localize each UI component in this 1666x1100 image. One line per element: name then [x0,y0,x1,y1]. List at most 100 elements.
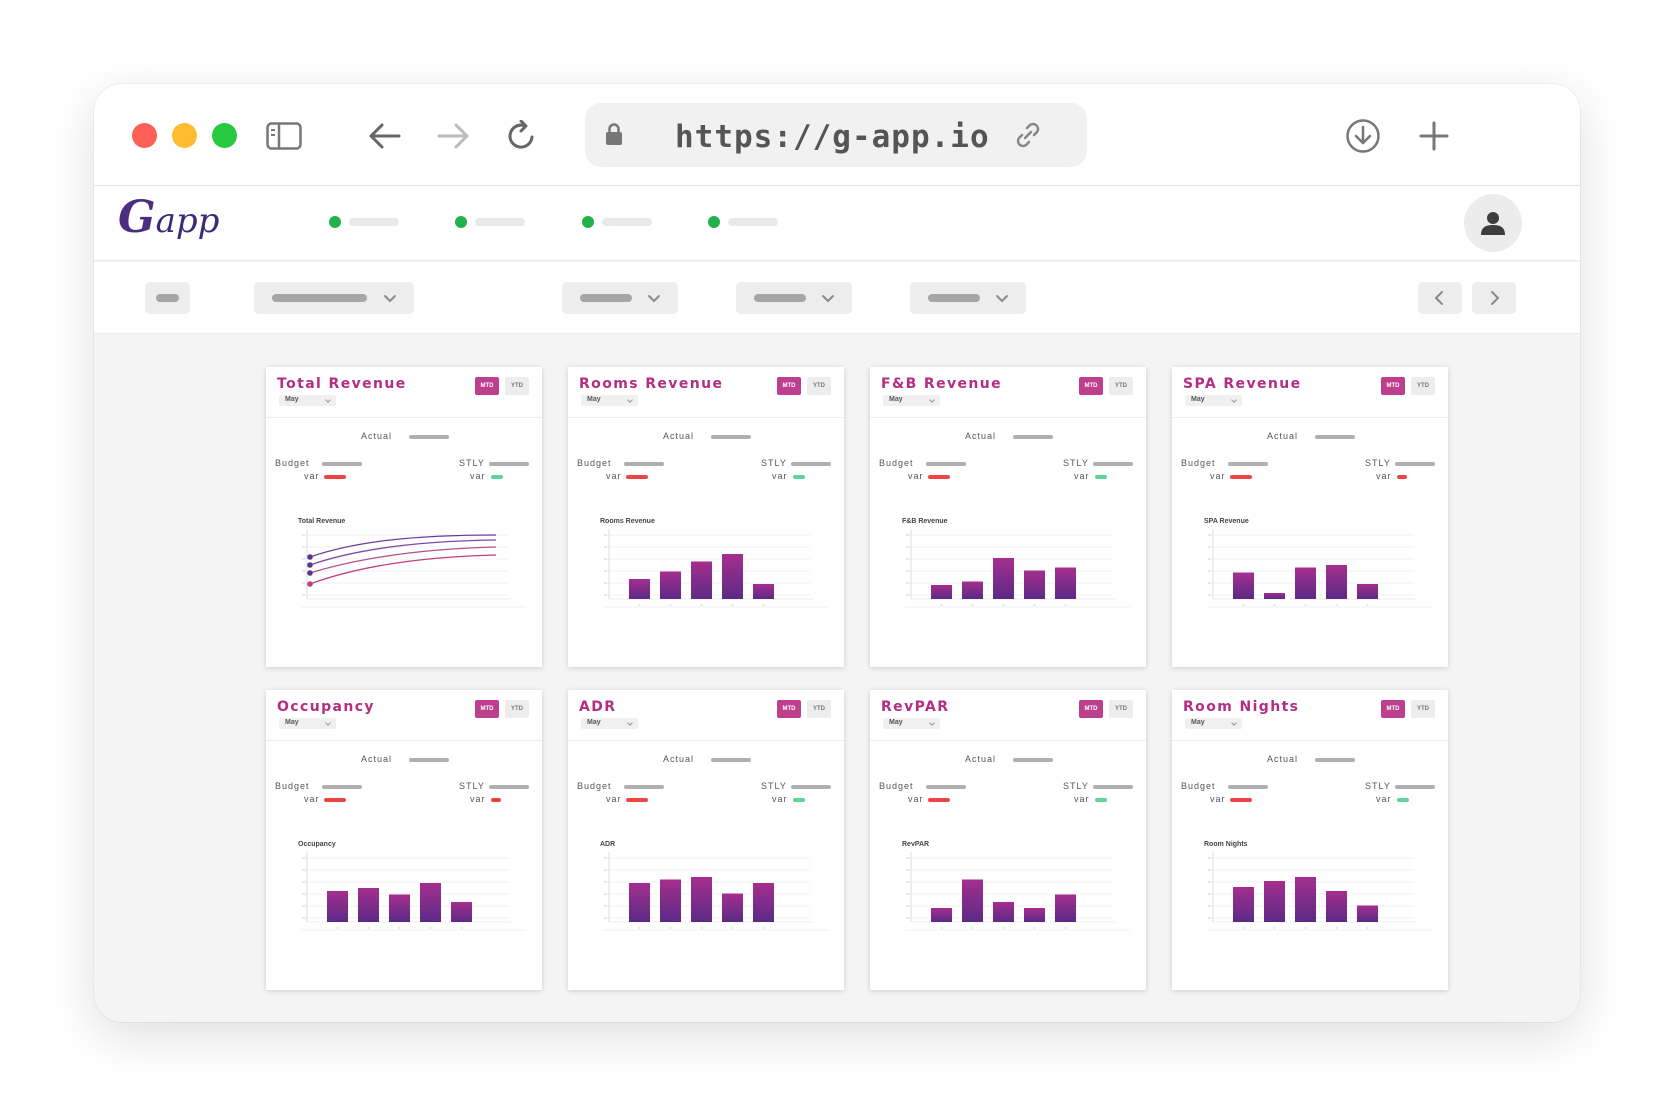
budget-var-bar [928,475,950,479]
budget-value-placeholder [1228,785,1268,789]
filter-dropdown-1[interactable] [254,282,414,314]
chart-bar [1357,584,1378,599]
sidebar-toggle-icon[interactable] [260,112,308,160]
filter-toggle[interactable] [145,282,190,314]
month-select[interactable]: May [279,395,336,406]
month-select[interactable]: May [883,395,940,406]
mtd-toggle-button[interactable]: MTD [475,377,499,395]
budget-var-bar [626,798,648,802]
nav-item-4[interactable] [708,212,778,232]
maximize-window-button[interactable] [212,123,237,148]
user-icon [1481,212,1505,235]
actual-label: Actual [361,431,393,441]
chart-bar [629,579,650,599]
card-title: RevPAR [881,699,950,715]
budget-var-label: var [606,794,622,804]
stly-var-bar [1397,798,1409,802]
chart-bar [1264,881,1285,922]
ytd-toggle-button[interactable]: YTD [1411,700,1435,718]
prev-page-button[interactable] [1418,282,1462,314]
new-tab-icon[interactable] [1410,112,1458,160]
month-value: May [285,719,299,726]
back-arrow-icon[interactable] [360,112,408,160]
stly-var-label: var [1376,471,1392,481]
chevron-down-icon [1231,397,1237,403]
chevron-down-icon [929,397,935,403]
budget-var-label: var [908,794,924,804]
ytd-toggle-button[interactable]: YTD [1109,377,1133,395]
mtd-toggle-button[interactable]: MTD [475,700,499,718]
app-logo[interactable]: Gapp [118,192,219,243]
actual-label: Actual [1267,431,1299,441]
nav-item-1[interactable] [329,212,399,232]
mtd-toggle-button[interactable]: MTD [777,700,801,718]
chevron-down-icon [1231,720,1237,726]
chevron-right-icon [1491,291,1500,305]
address-bar[interactable]: https://g-app.io [585,103,1087,167]
ytd-toggle-button[interactable]: YTD [505,377,529,395]
mtd-toggle-button[interactable]: MTD [1381,377,1405,395]
stly-value-placeholder [489,462,529,466]
next-page-button[interactable] [1472,282,1516,314]
filter-dropdown-4[interactable] [910,282,1026,314]
mtd-toggle-button[interactable]: MTD [777,377,801,395]
filter-label-placeholder [272,294,367,302]
kpi-card: Total Revenue May MTD YTD Actual Budget var STL… [266,367,542,667]
chart-bar [1233,572,1254,599]
chart-bar [1264,593,1285,599]
month-select[interactable]: May [581,395,638,406]
month-select[interactable]: May [1185,395,1242,406]
month-select[interactable]: May [1185,718,1242,729]
chart-bar [962,879,983,922]
stly-label: STLY [459,781,485,791]
minimize-window-button[interactable] [172,123,197,148]
chart-bar [722,893,743,922]
budget-var-bar [324,798,346,802]
ytd-toggle-button[interactable]: YTD [807,700,831,718]
chevron-down-icon [325,397,331,403]
nav-item-2[interactable] [455,212,525,232]
budget-var-bar [324,475,346,479]
kpi-card: Rooms Revenue May MTD YTD Actual Budget var STL… [568,367,844,667]
link-icon[interactable] [1013,120,1043,150]
chart-bar [753,584,774,599]
ytd-toggle-button[interactable]: YTD [505,700,529,718]
chart-bar [1326,565,1347,599]
ytd-toggle-button[interactable]: YTD [1411,377,1435,395]
chevron-down-icon [648,295,660,303]
close-window-button[interactable] [132,123,157,148]
ytd-toggle-button[interactable]: YTD [807,377,831,395]
chart-bar [931,585,952,599]
chart-point [307,562,313,568]
chart-bar [962,581,983,599]
chart-bar [691,561,712,599]
user-avatar[interactable] [1464,194,1522,252]
mtd-toggle-button[interactable]: MTD [1079,377,1103,395]
filter-dropdown-2[interactable] [562,282,678,314]
month-select[interactable]: May [581,718,638,729]
card-title: SPA Revenue [1183,376,1302,392]
mtd-toggle-button[interactable]: MTD [1079,700,1103,718]
budget-label: Budget [1181,458,1216,468]
month-select[interactable]: May [883,718,940,729]
stly-var-label: var [1376,794,1392,804]
month-select[interactable]: May [279,718,336,729]
budget-var-label: var [908,471,924,481]
kpi-card: RevPAR May MTD YTD Actual Budget var STLY var Rev… [870,690,1146,990]
chart-bar [1295,877,1316,922]
actual-value-placeholder [409,758,449,762]
nav-item-3[interactable] [582,212,652,232]
mini-chart [1207,852,1432,931]
forward-arrow-icon[interactable] [430,112,478,160]
ytd-toggle-button[interactable]: YTD [1109,700,1133,718]
download-icon[interactable] [1339,112,1387,160]
actual-value-placeholder [711,758,751,762]
reload-icon[interactable] [498,112,546,160]
mini-chart [1207,529,1432,608]
chevron-left-icon [1434,291,1443,305]
budget-var-bar [928,798,950,802]
stly-var-bar [1095,798,1107,802]
stly-label: STLY [1063,458,1089,468]
mtd-toggle-button[interactable]: MTD [1381,700,1405,718]
filter-dropdown-3[interactable] [736,282,852,314]
